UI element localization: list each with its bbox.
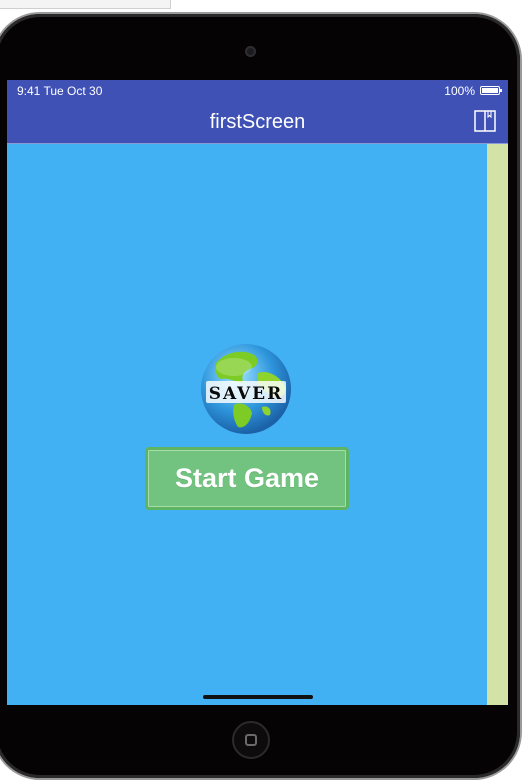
globe-icon: SAVER (201, 344, 291, 434)
battery-percent: 100% (444, 84, 475, 98)
camera-icon (245, 46, 256, 57)
home-button[interactable] (232, 721, 270, 759)
battery-icon (480, 86, 502, 95)
top-window-strip (0, 0, 171, 9)
home-square-icon (245, 734, 257, 746)
start-game-button[interactable]: Start Game (145, 447, 349, 510)
book-icon[interactable] (474, 110, 496, 132)
logo-text: SAVER (209, 384, 284, 404)
app-bar: firstScreen (7, 100, 508, 144)
home-indicator (203, 695, 313, 699)
side-strip (487, 144, 508, 705)
app-screen: 9:41 Tue Oct 30 100% firstScreen SAVER S… (7, 80, 508, 705)
main-content: SAVER Start Game (7, 144, 487, 705)
page-title: firstScreen (209, 111, 306, 133)
status-time: 9:41 Tue Oct 30 (17, 84, 103, 98)
status-bar: 9:41 Tue Oct 30 100% (7, 80, 508, 100)
